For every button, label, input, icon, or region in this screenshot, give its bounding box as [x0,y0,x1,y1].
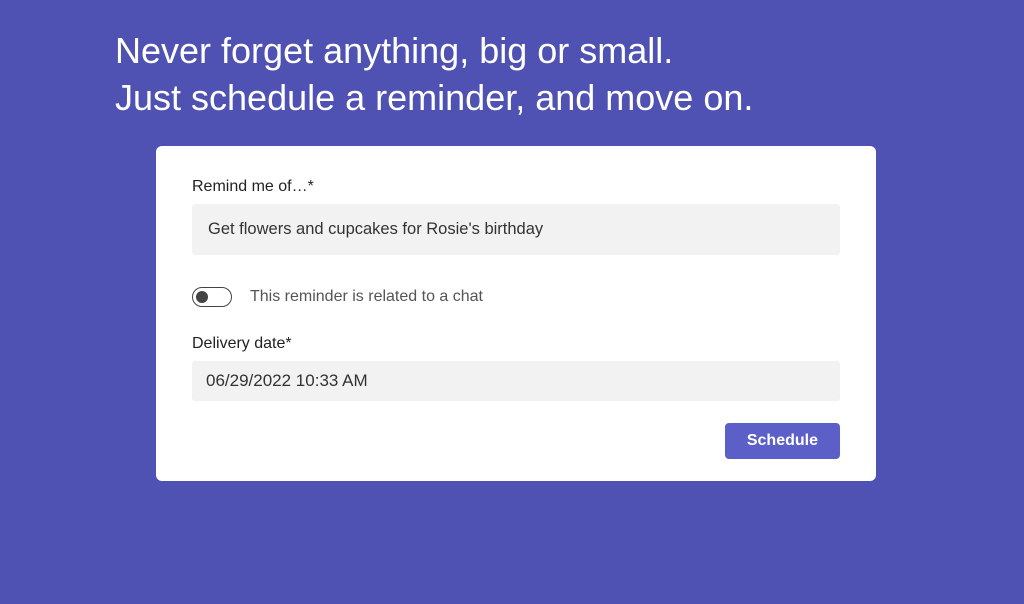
delivery-date-label: Delivery date* [192,335,840,353]
marketing-headline: Never forget anything, big or small. Jus… [115,28,1024,122]
remind-label: Remind me of…* [192,178,840,196]
related-chat-toggle-label: This reminder is related to a chat [250,288,483,306]
remind-input[interactable] [192,204,840,255]
reminder-form-card: Remind me of…* This reminder is related … [156,146,876,481]
schedule-button[interactable]: Schedule [725,423,840,459]
headline-line1: Never forget anything, big or small. [115,28,1024,75]
related-chat-toggle[interactable] [192,287,232,307]
delivery-date-input[interactable] [192,361,840,401]
related-chat-toggle-row: This reminder is related to a chat [192,287,840,307]
button-row: Schedule [192,423,840,459]
headline-line2: Just schedule a reminder, and move on. [115,75,1024,122]
toggle-knob-icon [196,291,208,303]
